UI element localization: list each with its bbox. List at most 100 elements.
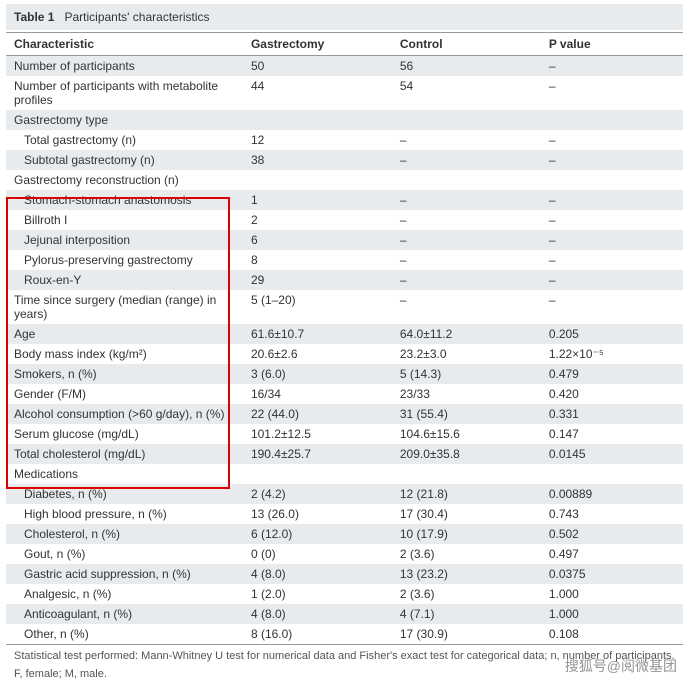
cell-control: 54 [392,76,541,110]
cell-pvalue: – [541,230,683,250]
cell-control: – [392,130,541,150]
cell-characteristic: Alcohol consumption (>60 g/day), n (%) [6,404,243,424]
cell-pvalue [541,170,683,190]
cell-gastrectomy: 8 (16.0) [243,624,392,644]
cell-gastrectomy [243,170,392,190]
table-row: Roux-en-Y29–– [6,270,683,290]
cell-control: – [392,290,541,324]
characteristics-table: Characteristic Gastrectomy Control P val… [6,32,683,644]
cell-characteristic: Gout, n (%) [6,544,243,564]
table-title: Table 1 Participants' characteristics [6,4,683,30]
cell-characteristic: High blood pressure, n (%) [6,504,243,524]
cell-pvalue: – [541,190,683,210]
table-row: Stomach-stomach anastomosis1–– [6,190,683,210]
watermark-text: 搜狐号@阅微基团 [565,656,677,676]
table-row: Billroth I2–– [6,210,683,230]
table-row: Medications [6,464,683,484]
cell-pvalue: 0.147 [541,424,683,444]
cell-control: 13 (23.2) [392,564,541,584]
cell-pvalue: – [541,250,683,270]
cell-pvalue: – [541,270,683,290]
cell-control: 104.6±15.6 [392,424,541,444]
cell-gastrectomy: 101.2±12.5 [243,424,392,444]
cell-pvalue: – [541,290,683,324]
cell-control: 17 (30.4) [392,504,541,524]
table-container: Table 1 Participants' characteristics Ch… [0,0,689,690]
cell-pvalue: – [541,210,683,230]
cell-gastrectomy: 1 (2.0) [243,584,392,604]
table-row: Gout, n (%)0 (0)2 (3.6)0.497 [6,544,683,564]
table-row: Number of participants with metabolite p… [6,76,683,110]
cell-control [392,110,541,130]
cell-pvalue: 0.479 [541,364,683,384]
table-row: Gastrectomy reconstruction (n) [6,170,683,190]
table-row: Total gastrectomy (n)12–– [6,130,683,150]
cell-characteristic: Other, n (%) [6,624,243,644]
table-row: Body mass index (kg/m²)20.6±2.623.2±3.01… [6,344,683,364]
table-row: Smokers, n (%)3 (6.0)5 (14.3)0.479 [6,364,683,384]
cell-gastrectomy: 1 [243,190,392,210]
cell-gastrectomy: 13 (26.0) [243,504,392,524]
cell-control: – [392,270,541,290]
table-row: Anticoagulant, n (%)4 (8.0)4 (7.1)1.000 [6,604,683,624]
header-row: Characteristic Gastrectomy Control P val… [6,33,683,56]
cell-gastrectomy: 29 [243,270,392,290]
cell-gastrectomy: 50 [243,56,392,77]
cell-pvalue: 1.22×10⁻⁵ [541,344,683,364]
cell-characteristic: Total cholesterol (mg/dL) [6,444,243,464]
cell-control: – [392,150,541,170]
cell-control: 12 (21.8) [392,484,541,504]
cell-control: 23.2±3.0 [392,344,541,364]
cell-control: – [392,250,541,270]
cell-control: 23/33 [392,384,541,404]
cell-pvalue: 0.420 [541,384,683,404]
cell-pvalue: 1.000 [541,584,683,604]
cell-gastrectomy: 190.4±25.7 [243,444,392,464]
cell-pvalue: – [541,56,683,77]
header-characteristic: Characteristic [6,33,243,56]
cell-gastrectomy: 61.6±10.7 [243,324,392,344]
cell-characteristic: Subtotal gastrectomy (n) [6,150,243,170]
table-row: Number of participants5056– [6,56,683,77]
table-row: Gastrectomy type [6,110,683,130]
table-row: High blood pressure, n (%)13 (26.0)17 (3… [6,504,683,524]
cell-gastrectomy: 6 (12.0) [243,524,392,544]
cell-characteristic: Medications [6,464,243,484]
table-row: Jejunal interposition6–– [6,230,683,250]
table-row: Analgesic, n (%)1 (2.0)2 (3.6)1.000 [6,584,683,604]
cell-pvalue: 0.205 [541,324,683,344]
table-row: Other, n (%)8 (16.0)17 (30.9)0.108 [6,624,683,644]
table-row: Cholesterol, n (%)6 (12.0)10 (17.9)0.502 [6,524,683,544]
cell-control: 64.0±11.2 [392,324,541,344]
cell-pvalue: – [541,76,683,110]
table-row: Subtotal gastrectomy (n)38–– [6,150,683,170]
cell-gastrectomy: 5 (1–20) [243,290,392,324]
cell-pvalue: 0.108 [541,624,683,644]
cell-pvalue: 0.00889 [541,484,683,504]
table-row: Time since surgery (median (range) in ye… [6,290,683,324]
cell-characteristic: Time since surgery (median (range) in ye… [6,290,243,324]
cell-control [392,464,541,484]
cell-gastrectomy: 4 (8.0) [243,564,392,584]
cell-control: 209.0±35.8 [392,444,541,464]
table-row: Total cholesterol (mg/dL)190.4±25.7209.0… [6,444,683,464]
cell-characteristic: Roux-en-Y [6,270,243,290]
cell-gastrectomy [243,464,392,484]
cell-control: 10 (17.9) [392,524,541,544]
cell-characteristic: Gastrectomy type [6,110,243,130]
cell-characteristic: Serum glucose (mg/dL) [6,424,243,444]
cell-control: 4 (7.1) [392,604,541,624]
cell-gastrectomy: 0 (0) [243,544,392,564]
cell-pvalue [541,110,683,130]
cell-gastrectomy: 38 [243,150,392,170]
cell-characteristic: Gastric acid suppression, n (%) [6,564,243,584]
cell-gastrectomy: 20.6±2.6 [243,344,392,364]
header-pvalue: P value [541,33,683,56]
cell-gastrectomy: 8 [243,250,392,270]
table-row: Serum glucose (mg/dL)101.2±12.5104.6±15.… [6,424,683,444]
table-row: Diabetes, n (%)2 (4.2)12 (21.8)0.00889 [6,484,683,504]
cell-characteristic: Gastrectomy reconstruction (n) [6,170,243,190]
cell-control: 2 (3.6) [392,584,541,604]
cell-characteristic: Number of participants [6,56,243,77]
cell-characteristic: Gender (F/M) [6,384,243,404]
